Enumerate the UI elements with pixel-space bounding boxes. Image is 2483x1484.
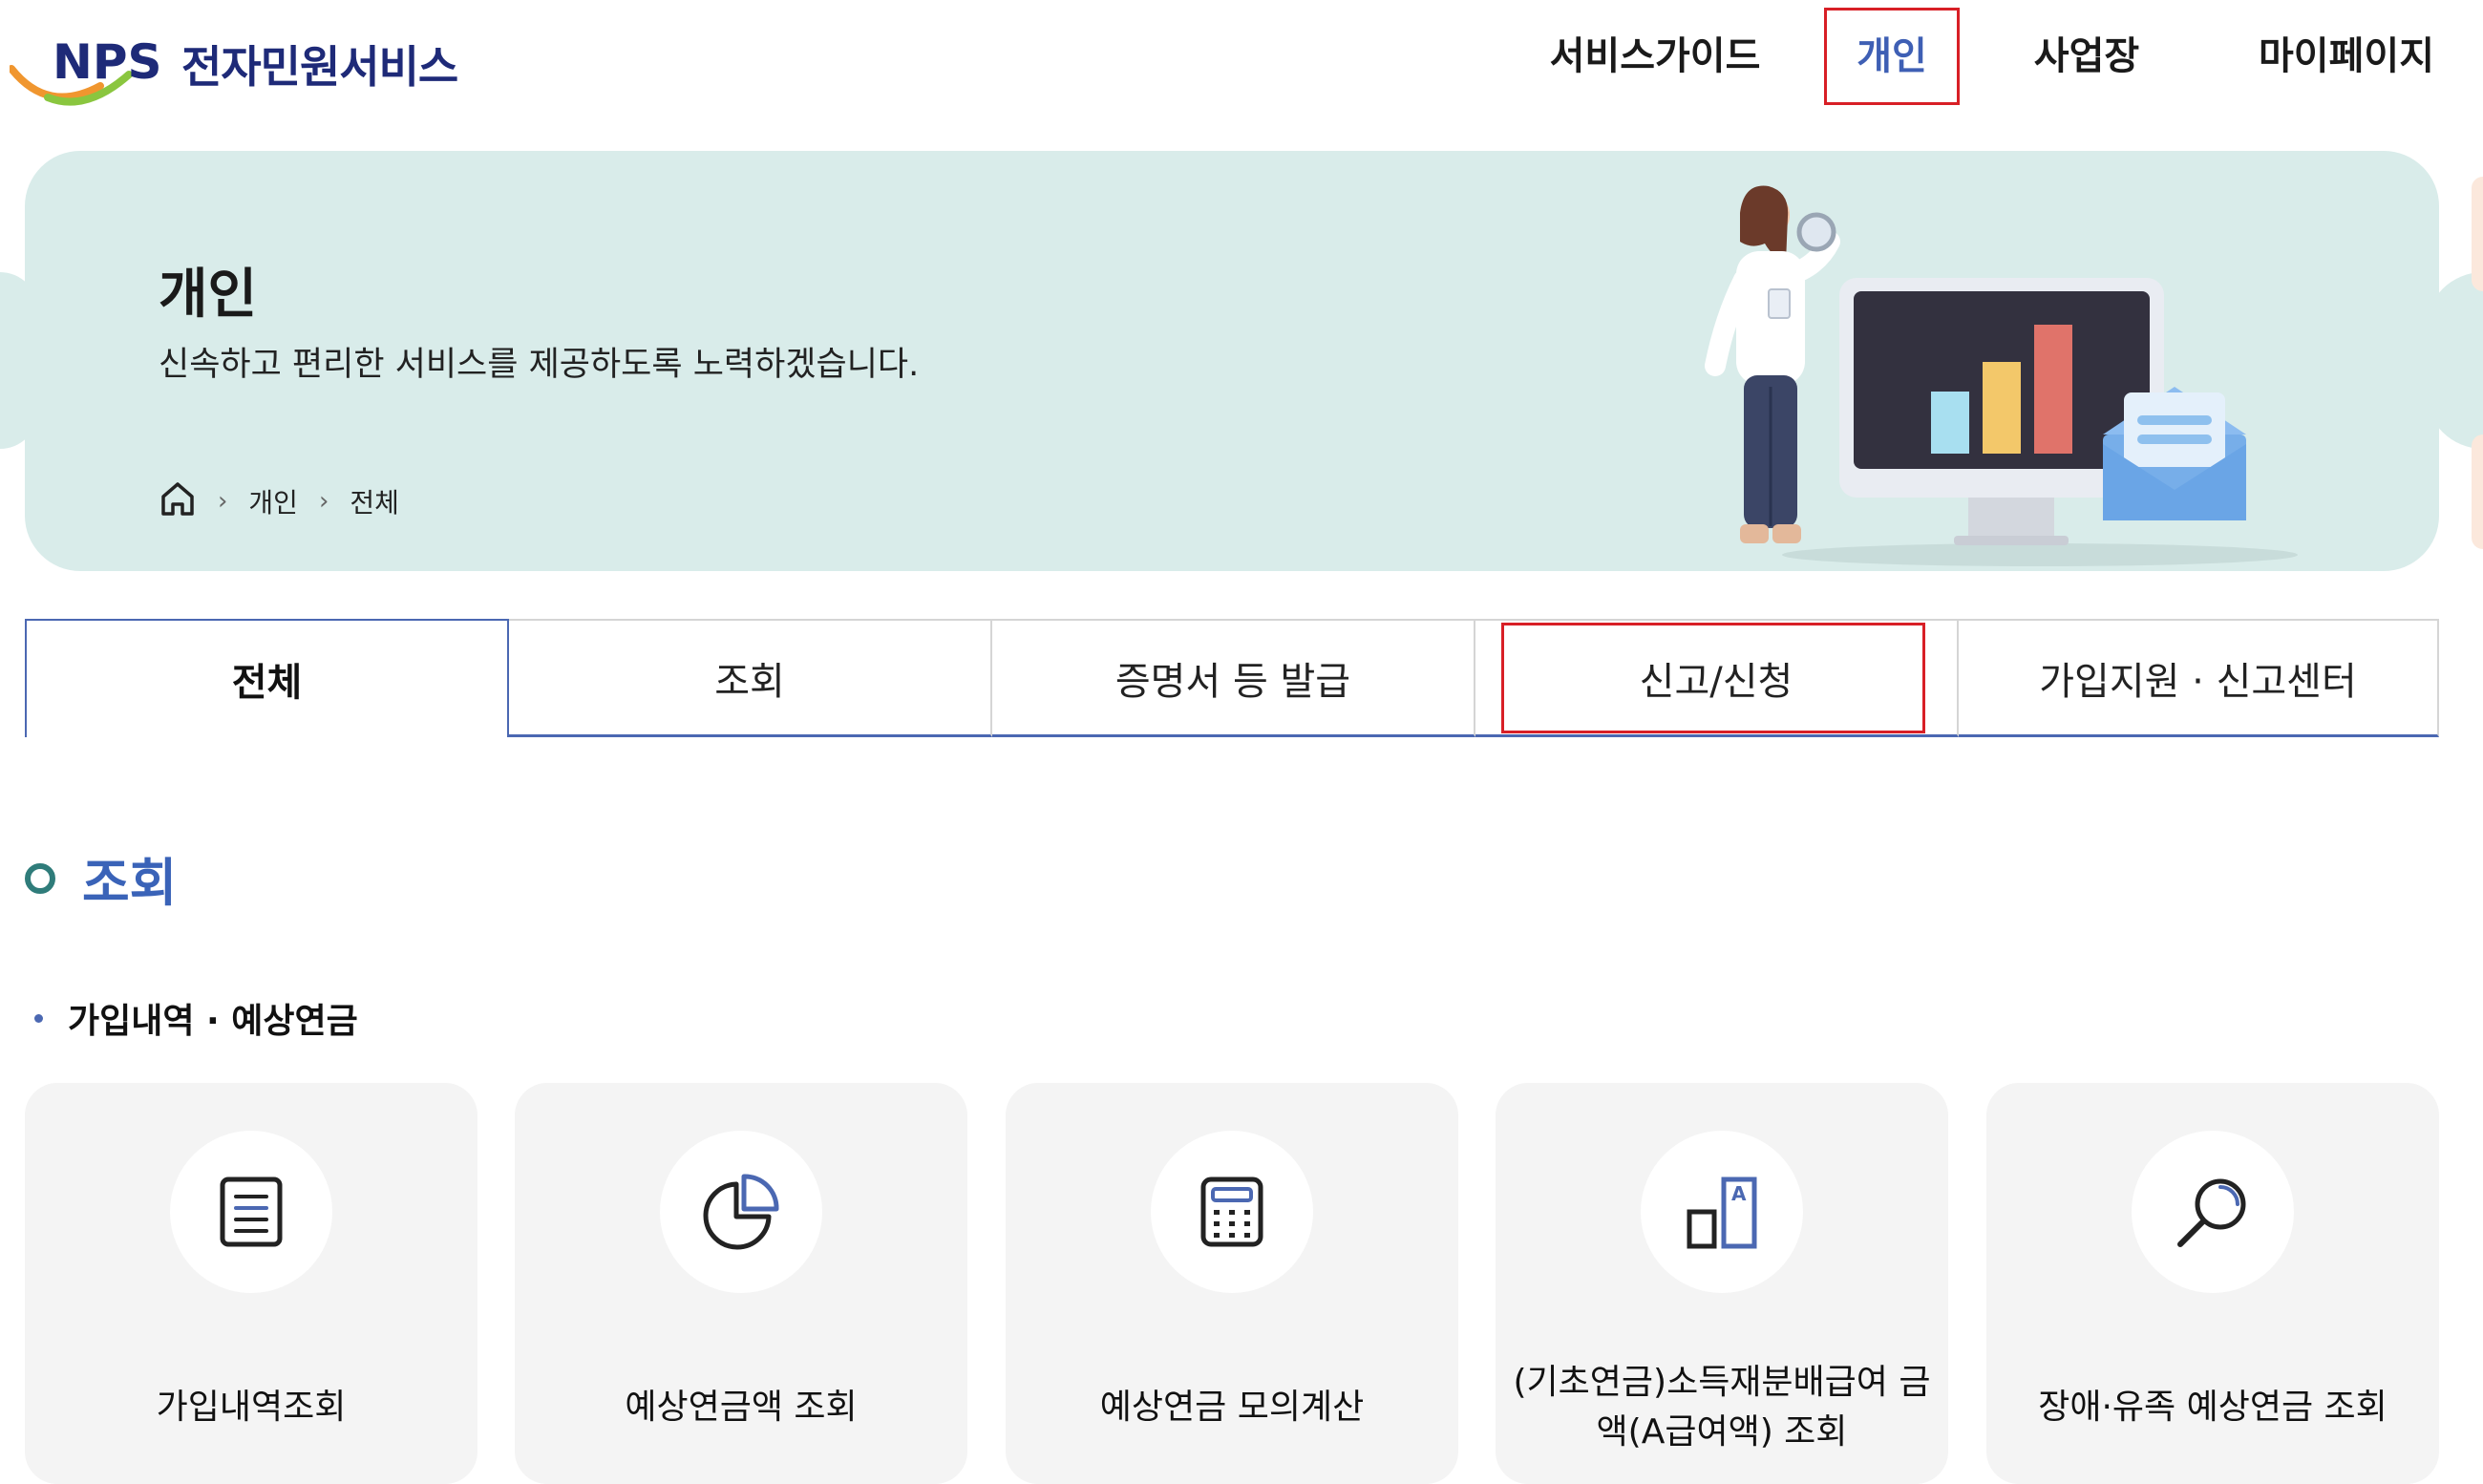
tab-support-center[interactable]: 가입지원 · 신고센터 [1959,619,2439,737]
pie-chart-icon [703,1174,779,1250]
subsection-title: 가입내역 · 예상연금 [68,1002,358,1041]
card-label: 장애·유족 예상연금 조회 [2038,1388,2388,1427]
text-size-icon: A [1687,1177,1757,1249]
card-icon-circle [170,1131,332,1293]
nps-logo[interactable]: NPS 전자민원서비스 [10,29,468,115]
tab-all[interactable]: 전체 [25,619,509,737]
page-title: 개인 [159,264,258,326]
tab-label: 전체 [231,661,303,705]
chevron-right-icon: › [318,487,329,516]
tab-label: 증명서 등 발급 [1114,659,1351,704]
logo-service-name: 전자민원서비스 [181,41,458,93]
bullet-dot-icon [34,1013,43,1023]
page-subtitle: 신속하고 편리한 서비스를 제공하도록 노력하겠습니다. [159,346,920,384]
home-icon[interactable] [159,479,197,524]
hero-banner: 개인 신속하고 편리한 서비스를 제공하도록 노력하겠습니다. › 개인 › 전… [25,151,2439,571]
card-icon-circle [660,1131,822,1293]
tab-label: 신고/신청 [1639,659,1793,704]
hero-edge-decoration [2472,177,2483,291]
tab-certificates[interactable]: 증명서 등 발급 [992,619,1475,737]
service-card[interactable]: 예상연금액 조회 [515,1083,967,1484]
nav-mypage[interactable]: 마이페이지 [2227,8,2466,105]
service-card[interactable]: A (기초연금)소득재분배급여 금액(A급여액) 조회 [1496,1083,1948,1484]
document-icon [220,1177,283,1247]
section-title: 조회 [82,853,178,913]
nav-service-guide[interactable]: 서비스가이드 [1545,8,1765,105]
tab-report-apply[interactable]: 신고/신청 [1475,619,1959,737]
chevron-right-icon: › [218,487,228,516]
card-label: 예상연금 모의계산 [1099,1388,1365,1427]
service-card[interactable]: 가입내역조회 [25,1083,478,1484]
card-icon-circle: A [1641,1131,1803,1293]
card-label: 예상연금액 조회 [625,1388,858,1427]
tab-label: 조회 [714,659,785,704]
nps-logo-mark-icon: NPS [10,34,162,106]
tab-label: 가입지원 · 신고센터 [2039,659,2357,704]
service-card-list: 가입내역조회 예상연금액 조회 예상연금 모의계산 A (기초연금)소득재분배급… [25,1083,2439,1484]
card-label: (기초연금)소득재분배급여 금액(A급여액) 조회 [1513,1363,1931,1452]
breadcrumb-item-all: 전체 [350,487,399,519]
category-tabs: 전체 조회 증명서 등 발급 신고/신청 가입지원 · 신고센터 [25,619,2439,737]
hero-illustration [1705,185,2298,566]
tab-inquiry[interactable]: 조회 [509,619,992,737]
calculator-icon [1200,1177,1263,1247]
service-card[interactable]: 예상연금 모의계산 [1006,1083,1458,1484]
hero-edge-decoration [2472,435,2483,549]
card-icon-circle [2132,1131,2294,1293]
card-icon-circle [1151,1131,1313,1293]
search-icon [2177,1178,2246,1247]
ring-bullet-icon [25,862,55,894]
breadcrumb-item-personal[interactable]: 개인 [248,482,298,520]
nav-business[interactable]: 사업장 [2015,8,2158,105]
card-label: 가입내역조회 [156,1388,347,1427]
svg-text:A: A [1731,1182,1747,1205]
service-card[interactable]: 장애·유족 예상연금 조회 [1986,1083,2439,1484]
section-heading: 조회 [25,840,177,916]
svg-text:NPS: NPS [53,34,162,90]
sub-heading: 가입내역 · 예상연금 [34,993,358,1043]
breadcrumb: › 개인 › 전체 [159,480,399,522]
nav-personal[interactable]: 개인 [1824,8,1960,105]
